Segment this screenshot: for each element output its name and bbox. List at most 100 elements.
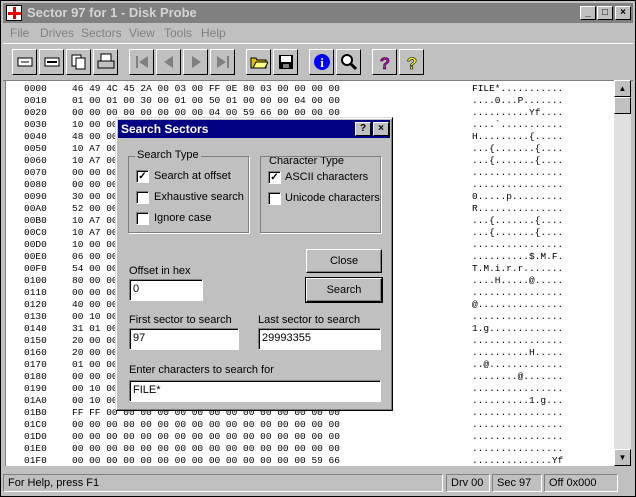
context-help-button[interactable]: ? — [399, 49, 424, 75]
hex-row-ascii[interactable]: 1.g............. — [472, 323, 563, 334]
dialog-help-button[interactable]: ? — [355, 122, 371, 136]
close-dialog-button[interactable]: Close — [306, 249, 382, 273]
hex-row-ascii[interactable]: ..............Yf — [472, 455, 563, 466]
hex-row-offset: 01F0 — [24, 455, 47, 466]
hex-row-ascii[interactable]: ................ — [472, 407, 563, 418]
open-file-button[interactable] — [246, 49, 271, 75]
hex-row-offset: 0120 — [24, 299, 47, 310]
svg-text:i: i — [320, 55, 324, 70]
hex-row-ascii[interactable]: FILE*........... — [472, 83, 563, 94]
hex-row-ascii[interactable]: ................ — [472, 167, 563, 178]
last-sector-icon — [217, 56, 229, 68]
scroll-up-button[interactable]: ▲ — [614, 80, 631, 97]
menu-help[interactable]: Help — [201, 26, 226, 40]
hex-row-ascii[interactable]: ................ — [472, 419, 563, 430]
menu-bar: File Drives Sectors View Tools Help — [3, 24, 633, 42]
unicode-characters-checkbox[interactable] — [268, 192, 281, 205]
minimize-button[interactable]: _ — [580, 6, 596, 20]
hex-row-ascii[interactable]: ................ — [472, 335, 563, 346]
ignore-case-label: Ignore case — [154, 212, 212, 224]
hex-row-offset: 00C0 — [24, 227, 47, 238]
scroll-down-button[interactable]: ▼ — [614, 449, 631, 466]
search-characters-input[interactable]: FILE* — [129, 380, 381, 402]
hex-row-ascii[interactable]: ..........Yf.... — [472, 107, 563, 118]
ascii-characters-checkbox[interactable]: ✓ — [268, 171, 281, 184]
hex-row-ascii[interactable]: ................ — [472, 287, 563, 298]
search-button[interactable] — [336, 49, 361, 75]
first-sector-button[interactable] — [129, 49, 154, 75]
previous-sector-button[interactable] — [156, 49, 181, 75]
menu-file[interactable]: File — [10, 26, 29, 40]
hex-row-ascii[interactable]: ....0...P....... — [472, 95, 563, 106]
hex-row-offset: 0190 — [24, 383, 47, 394]
hex-row-ascii[interactable]: ...{.......{.... — [472, 215, 563, 226]
first-sector-input[interactable]: 97 — [129, 328, 239, 350]
hex-row-ascii[interactable]: ..........$.M.F. — [472, 251, 563, 262]
hex-row-ascii[interactable]: ...{.......{.... — [472, 227, 563, 238]
help-button[interactable]: ? — [372, 49, 397, 75]
hex-row-ascii[interactable]: @............... — [472, 299, 563, 310]
hex-row-offset: 01A0 — [24, 395, 47, 406]
copy-button[interactable] — [66, 49, 91, 75]
disk-probe-window: Sector 97 for 1 - Disk Probe _ □ × File … — [0, 0, 636, 497]
hex-row-ascii[interactable]: ..........H..... — [472, 347, 563, 358]
hex-row-bytes[interactable]: 00 00 00 00 00 00 00 00 00 00 00 00 00 0… — [72, 443, 340, 454]
menu-sectors[interactable]: Sectors — [81, 26, 122, 40]
last-sector-input[interactable]: 29993355 — [258, 328, 381, 350]
hex-row-bytes[interactable]: 00 00 00 00 00 00 00 00 00 00 00 00 00 0… — [72, 431, 340, 442]
hex-row-ascii[interactable]: ........@....... — [472, 371, 563, 382]
search-at-offset-checkbox[interactable]: ✓ — [136, 170, 149, 183]
hex-row-ascii[interactable]: ................ — [472, 431, 563, 442]
hex-row-ascii[interactable]: ..@............. — [472, 359, 563, 370]
maximize-button[interactable]: □ — [597, 6, 613, 20]
write-sectors-button[interactable] — [39, 49, 64, 75]
menu-tools[interactable]: Tools — [164, 26, 192, 40]
hex-row-offset: 0150 — [24, 335, 47, 346]
hex-row-ascii[interactable]: H.........{..... — [472, 131, 563, 142]
hex-row-ascii[interactable]: 0.....p......... — [472, 191, 563, 202]
hex-row-ascii[interactable]: T.M.i.r.r....... — [472, 263, 563, 274]
hex-row-offset: 0160 — [24, 347, 47, 358]
hex-row-ascii[interactable]: ................ — [472, 311, 563, 322]
last-sector-button[interactable] — [210, 49, 235, 75]
hex-row-ascii[interactable]: ..........1.g... — [472, 395, 563, 406]
write-sectors-icon — [44, 57, 60, 67]
info-button[interactable]: i — [309, 49, 334, 75]
hex-row-offset: 0050 — [24, 143, 47, 154]
menu-drives[interactable]: Drives — [40, 26, 74, 40]
hex-row-bytes[interactable]: 46 49 4C 45 2A 00 03 00 FF 0E 80 03 00 0… — [72, 83, 340, 94]
menu-view[interactable]: View — [129, 26, 155, 40]
hex-row-offset: 00E0 — [24, 251, 47, 262]
search-start-button[interactable]: Search — [305, 277, 383, 303]
print-button[interactable] — [93, 49, 118, 75]
close-button[interactable]: × — [615, 6, 631, 20]
hex-row-bytes[interactable]: 00 00 00 00 00 00 00 00 00 00 00 00 00 0… — [72, 455, 340, 466]
hex-row-bytes[interactable]: 01 00 01 00 30 00 01 00 50 01 00 00 00 0… — [72, 95, 340, 106]
offset-input[interactable]: 0 — [129, 279, 203, 301]
character-type-label: Character Type — [267, 156, 347, 167]
next-sector-button[interactable] — [183, 49, 208, 75]
hex-row-bytes[interactable]: 00 00 00 00 00 00 00 00 00 00 00 00 00 0… — [72, 419, 340, 430]
hex-row-ascii[interactable]: ...{.......{.... — [472, 155, 563, 166]
context-help-icon: ? — [407, 54, 418, 71]
copy-icon — [71, 54, 86, 70]
read-sectors-button[interactable] — [12, 49, 37, 75]
hex-row-ascii[interactable]: ................ — [472, 179, 563, 190]
app-icon[interactable] — [6, 5, 22, 21]
save-file-button[interactable] — [273, 49, 298, 75]
hex-row-ascii[interactable]: ....`........... — [472, 119, 563, 130]
hex-row-ascii[interactable]: R............... — [472, 203, 563, 214]
exhaustive-search-checkbox[interactable] — [136, 191, 149, 204]
previous-sector-icon — [164, 56, 173, 68]
dialog-close-x-button[interactable]: × — [373, 122, 389, 136]
hex-row-ascii[interactable]: ................ — [472, 239, 563, 250]
svg-text:?: ? — [380, 54, 390, 71]
hex-row-ascii[interactable]: ...{.......{.... — [472, 143, 563, 154]
search-type-label: Search Type — [135, 149, 201, 161]
ignore-case-checkbox[interactable] — [136, 212, 149, 225]
scroll-thumb[interactable] — [614, 97, 631, 114]
hex-row-ascii[interactable]: ....H.....@..... — [472, 275, 563, 286]
hex-row-ascii[interactable]: ................ — [472, 443, 563, 454]
hex-row-ascii[interactable]: ................ — [472, 383, 563, 394]
vertical-scrollbar[interactable]: ▲ ▼ — [614, 80, 631, 466]
